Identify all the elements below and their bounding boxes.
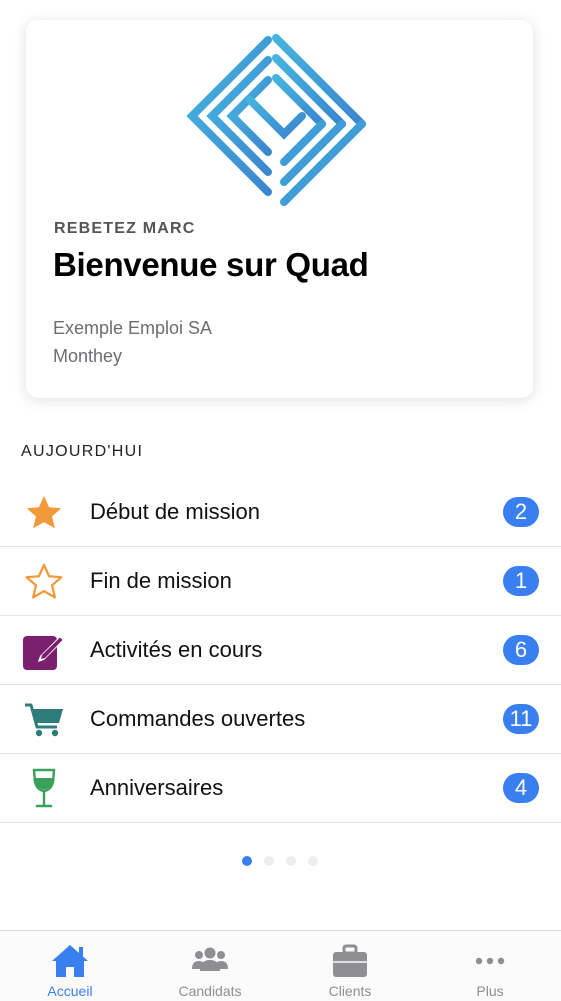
section-title-today: AUJOURD'HUI: [21, 443, 144, 460]
wine-glass-icon: [22, 768, 66, 810]
quad-logo-icon: [186, 34, 366, 206]
tab-label: Accueil: [47, 983, 93, 999]
tab-bar: Accueil Candidats Clients Plus: [0, 930, 561, 1001]
star-filled-icon: [22, 492, 66, 534]
list-item-label: Commandes ouvertes: [90, 706, 306, 731]
tab-candidats[interactable]: Candidats: [140, 931, 280, 1001]
list-item-debut-mission[interactable]: Début de mission 2: [0, 478, 561, 547]
tab-accueil[interactable]: Accueil: [0, 931, 140, 1001]
page-dot-2[interactable]: [264, 856, 274, 866]
page-dot-1[interactable]: [242, 856, 252, 866]
today-list: Début de mission 2 Fin de mission 1 Acti…: [0, 478, 561, 823]
tab-clients[interactable]: Clients: [280, 931, 420, 1001]
tab-plus[interactable]: Plus: [420, 931, 560, 1001]
count-badge: 4: [503, 773, 539, 803]
star-outline-icon: [22, 561, 66, 603]
list-item-label: Anniversaires: [90, 775, 224, 800]
user-name: REBETEZ MARC: [54, 220, 196, 237]
tab-label: Plus: [476, 983, 504, 999]
company-city: Monthey: [53, 346, 123, 366]
list-item-anniversaires[interactable]: Anniversaires 4: [0, 754, 561, 823]
list-item-commandes[interactable]: Commandes ouvertes 11: [0, 685, 561, 754]
people-icon: [192, 947, 228, 971]
count-badge: 6: [503, 635, 539, 665]
list-item-label: Activités en cours: [90, 637, 263, 662]
edit-square-icon: [22, 630, 66, 672]
count-badge: 11: [503, 704, 539, 734]
tab-label: Candidats: [178, 983, 242, 999]
page-indicator[interactable]: [242, 856, 330, 866]
page-dot-3[interactable]: [286, 856, 296, 866]
more-icon: [475, 957, 505, 965]
list-item-label: Fin de mission: [90, 568, 232, 593]
page-title: Bienvenue sur Quad: [53, 246, 369, 283]
cart-icon: [22, 699, 66, 741]
count-badge: 2: [503, 497, 539, 527]
company-name: Exemple Emploi SA: [53, 318, 213, 338]
welcome-card: REBETEZ MARC Bienvenue sur Quad Exemple …: [26, 20, 533, 398]
home-icon: [52, 945, 88, 977]
briefcase-icon: [333, 944, 367, 977]
count-badge: 1: [503, 566, 539, 596]
page-dot-4[interactable]: [308, 856, 318, 866]
list-item-fin-mission[interactable]: Fin de mission 1: [0, 547, 561, 616]
tab-label: Clients: [328, 983, 372, 999]
list-item-label: Début de mission: [90, 499, 260, 524]
list-item-activites[interactable]: Activités en cours 6: [0, 616, 561, 685]
